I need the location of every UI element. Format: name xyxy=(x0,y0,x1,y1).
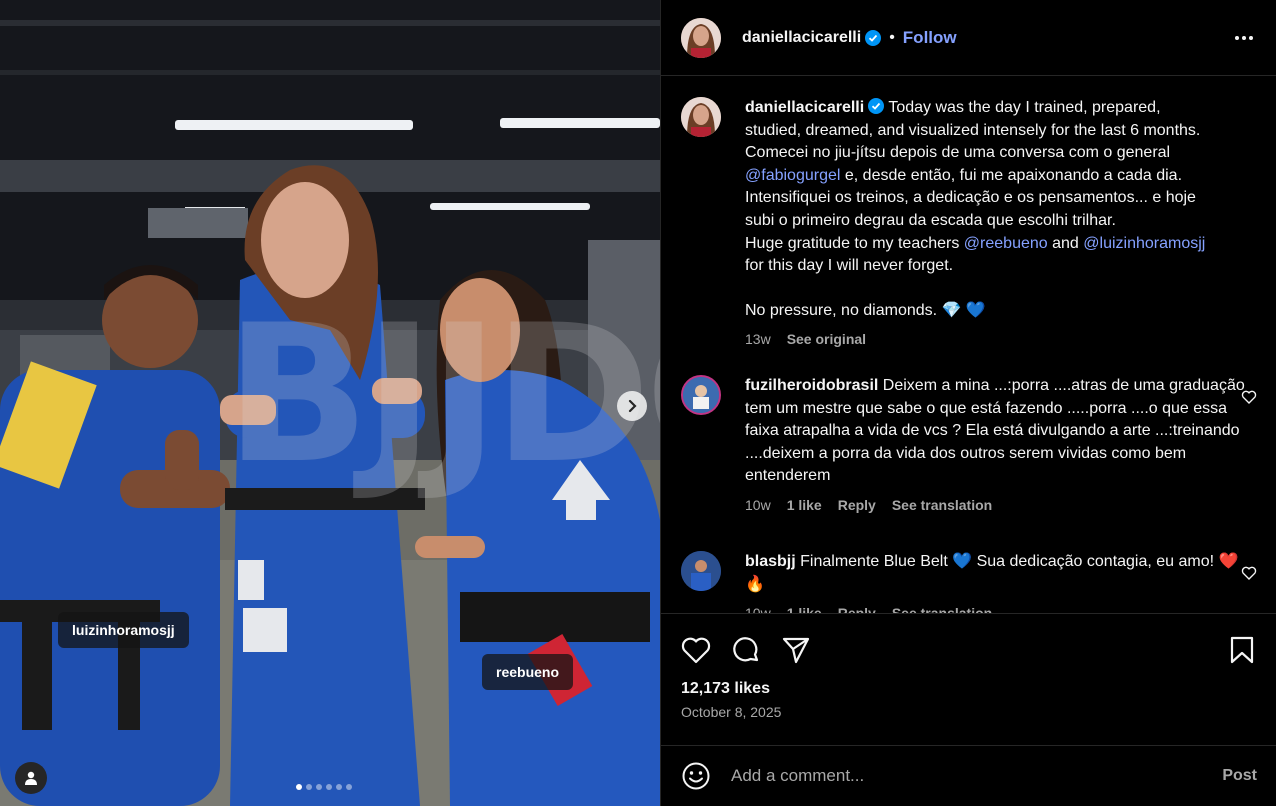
comment-likes-link[interactable]: 1 like xyxy=(787,602,822,613)
comment-username[interactable]: blasbjj xyxy=(745,553,796,570)
paper-plane-icon xyxy=(782,637,810,664)
commenter-avatar[interactable] xyxy=(681,375,721,415)
caption-line: e, desde então, fui me apaixonando a cad… xyxy=(844,166,1183,184)
caption: daniellacicarelli Today was the day I tr… xyxy=(681,97,1261,351)
caption-line: and xyxy=(1052,234,1079,252)
reply-button[interactable]: Reply xyxy=(838,494,876,517)
post-date: October 8, 2025 xyxy=(681,704,782,720)
like-comment-icon[interactable] xyxy=(1241,565,1257,581)
like-comment-icon[interactable] xyxy=(1241,389,1257,405)
caption-username[interactable]: daniellacicarelli xyxy=(745,99,864,116)
see-translation-button[interactable]: See translation xyxy=(892,602,992,613)
heart-icon xyxy=(681,637,711,664)
user-tag-reebueno[interactable]: reebueno xyxy=(482,654,574,690)
user-icon xyxy=(25,771,37,785)
comment-bubble-icon xyxy=(733,637,759,662)
verified-badge-icon xyxy=(865,29,882,46)
avatar-image xyxy=(681,17,721,58)
caption-line: No pressure, no diamonds. 💎 💙 xyxy=(745,301,986,319)
author-username[interactable]: daniellacicarelli xyxy=(742,29,861,47)
caption-body: daniellacicarelli Today was the day I tr… xyxy=(745,97,1245,351)
save-button[interactable] xyxy=(1227,635,1257,665)
caption-line: Today was the day I trained, prepared, xyxy=(888,99,1161,116)
show-tags-button[interactable] xyxy=(15,762,47,794)
comment-time: 10w xyxy=(745,602,771,613)
caption-line: Intensifiquei os treinos, a dedicação e … xyxy=(745,189,1196,207)
emoji-icon[interactable] xyxy=(681,761,711,791)
post-media[interactable]: BJJDOC luizinhoramosjj reebueno xyxy=(0,0,660,806)
carousel-dot xyxy=(316,784,322,790)
follow-button[interactable]: Follow xyxy=(903,28,957,48)
comments-scroll-area[interactable]: daniellacicarelli Today was the day I tr… xyxy=(661,77,1276,613)
comment-text: Finalmente Blue Belt 💙 Sua dedicação con… xyxy=(745,553,1239,593)
action-icons xyxy=(661,614,1276,670)
comment-username[interactable]: fuzilheroidobrasil xyxy=(745,377,878,394)
author-avatar[interactable] xyxy=(681,17,721,58)
caption-meta: 13w See original xyxy=(745,328,1245,351)
dot-icon xyxy=(1242,35,1246,40)
comment-item: blasbjj Finalmente Blue Belt 💙 Sua dedic… xyxy=(681,551,1261,613)
caption-line: subi o primeiro degrau da escada que esc… xyxy=(745,211,1116,229)
share-button[interactable] xyxy=(781,635,811,665)
verified-badge-icon xyxy=(868,98,885,114)
see-original-button[interactable]: See original xyxy=(787,328,866,351)
comment-button[interactable] xyxy=(731,635,761,665)
comment-meta: 10w 1 like Reply See translation xyxy=(745,602,1245,613)
reply-button[interactable]: Reply xyxy=(838,602,876,613)
header-separator: • xyxy=(889,28,895,46)
comment-input[interactable] xyxy=(731,766,1171,786)
user-tag-luizinhoramosjj[interactable]: luizinhoramosjj xyxy=(58,612,189,648)
avatar-image xyxy=(683,377,719,413)
post-dialog: BJJDOC luizinhoramosjj reebueno xyxy=(0,0,1276,806)
dot-icon xyxy=(1235,35,1239,40)
comment-item: fuzilheroidobrasil Deixem a mina ...:por… xyxy=(681,375,1261,517)
caption-line: studied, dreamed, and visualized intense… xyxy=(745,121,1201,139)
carousel-dot xyxy=(336,784,342,790)
mention-link[interactable]: @luizinhoramosjj xyxy=(1083,235,1205,252)
likes-count[interactable]: 12,173 likes xyxy=(661,670,1276,698)
carousel-next-button[interactable] xyxy=(617,391,647,421)
caption-line: for this day I will never forget. xyxy=(745,257,954,275)
carousel-indicators xyxy=(296,784,352,790)
author-avatar[interactable] xyxy=(681,97,721,137)
post-comment-button[interactable]: Post xyxy=(1222,767,1257,785)
more-options-button[interactable] xyxy=(1232,26,1256,50)
comment-body: blasbjj Finalmente Blue Belt 💙 Sua dedic… xyxy=(745,551,1245,613)
like-button[interactable] xyxy=(681,635,711,665)
bookmark-icon xyxy=(1230,636,1254,664)
see-translation-button[interactable]: See translation xyxy=(892,494,992,517)
comment-likes-link[interactable]: 1 like xyxy=(787,494,822,517)
avatar-image xyxy=(681,551,721,591)
comment-meta: 10w 1 like Reply See translation xyxy=(745,494,1245,517)
comment-body: fuzilheroidobrasil Deixem a mina ...:por… xyxy=(745,375,1245,517)
caption-line: Comecei no jiu-jítsu depois de uma conve… xyxy=(745,144,1171,162)
post-sidebar: daniellacicarelli • Follow daniellacicar… xyxy=(660,0,1276,806)
commenter-avatar[interactable] xyxy=(681,551,721,591)
mention-link[interactable]: @reebueno xyxy=(964,235,1048,252)
caption-line: Huge gratitude to my teachers xyxy=(745,234,960,252)
post-actions: 12,173 likes October 8, 2025 xyxy=(661,613,1276,720)
mention-link[interactable]: @fabiogurgel xyxy=(745,167,840,184)
comment-time: 10w xyxy=(745,496,771,513)
carousel-dot xyxy=(296,784,302,790)
carousel-dot xyxy=(306,784,312,790)
chevron-right-icon xyxy=(628,399,637,413)
carousel-dot xyxy=(326,784,332,790)
carousel-dot xyxy=(346,784,352,790)
post-header: daniellacicarelli • Follow xyxy=(661,0,1276,76)
avatar-image xyxy=(681,97,721,137)
caption-time: 13w xyxy=(745,331,771,348)
dot-icon xyxy=(1249,35,1253,40)
comment-composer: Post xyxy=(661,745,1276,806)
